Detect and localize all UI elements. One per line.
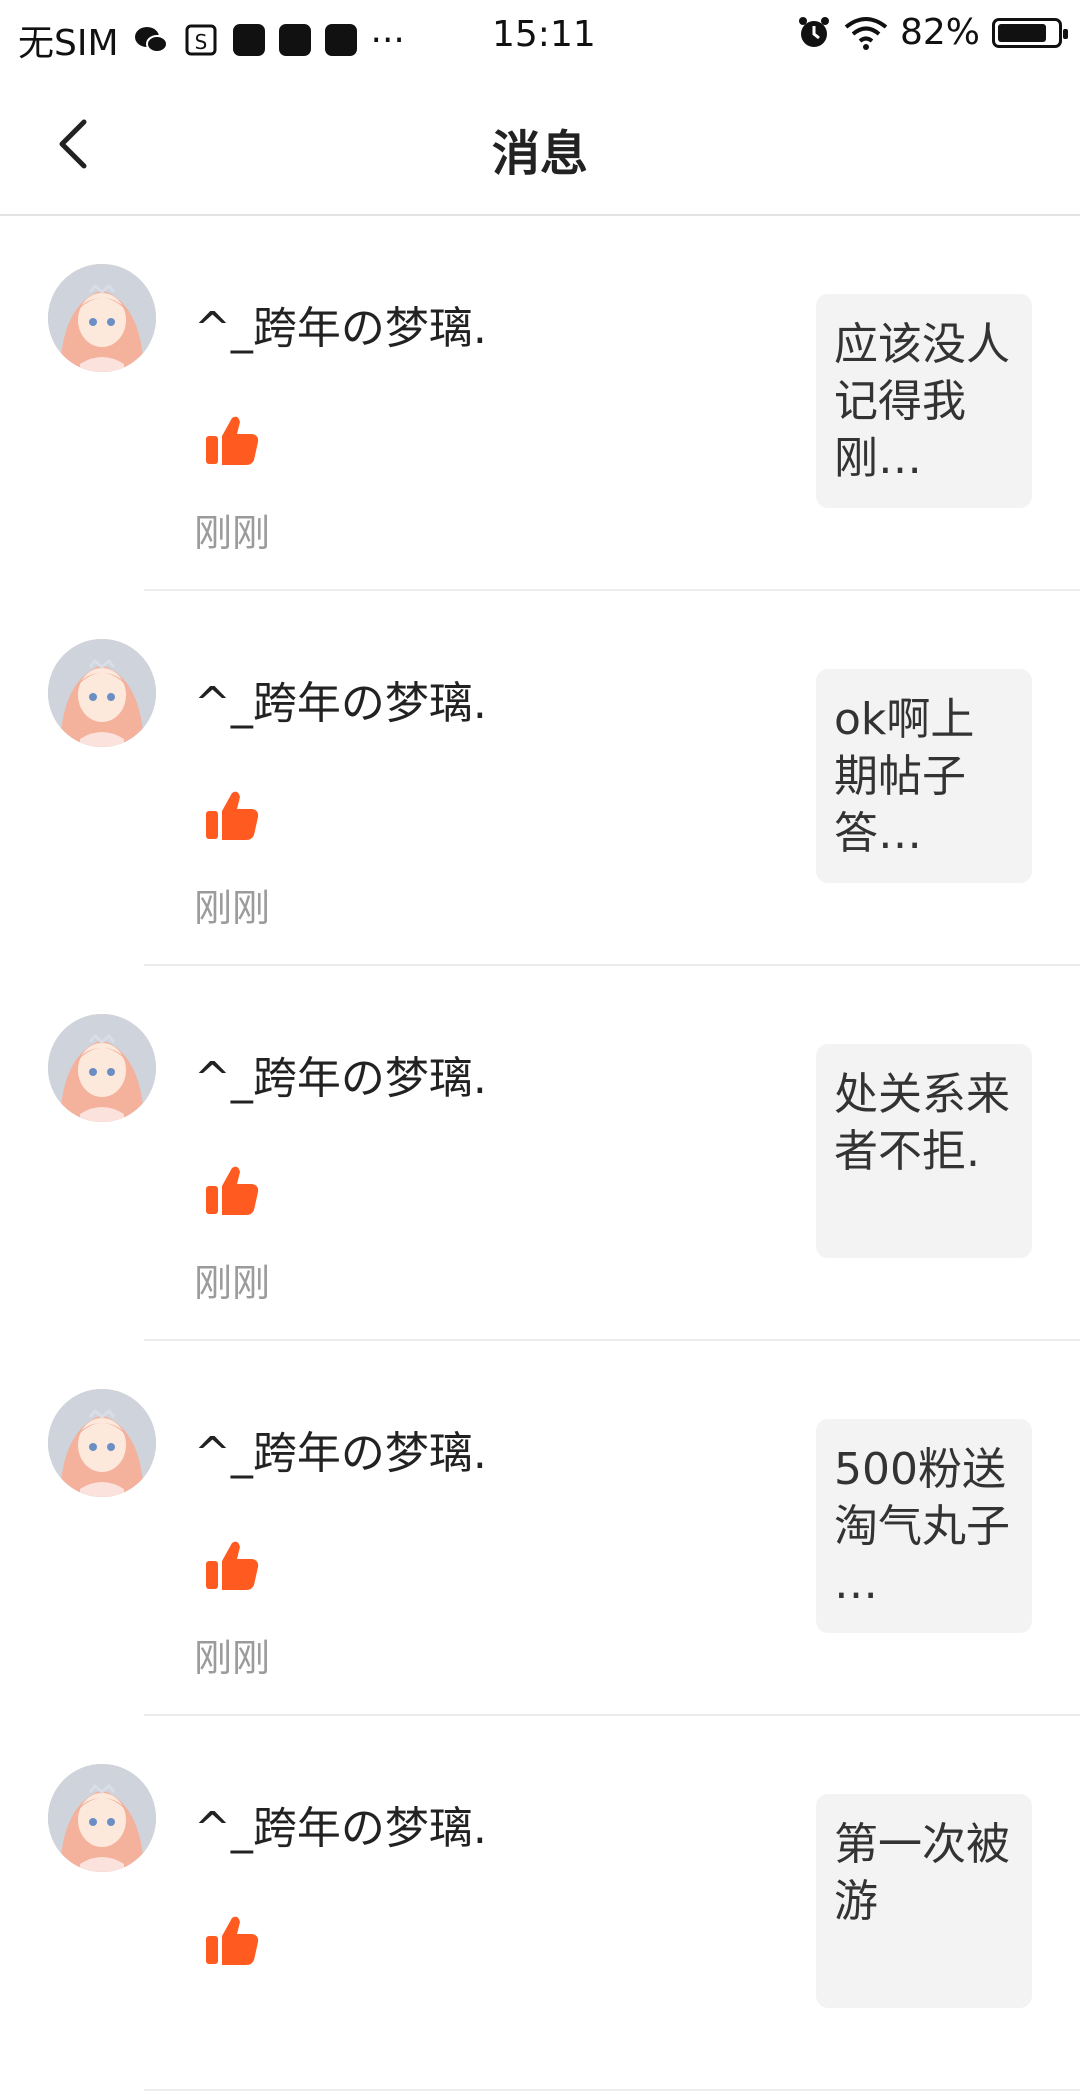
message-item[interactable]: ^_跨年の梦璃. 刚刚 应该没人记得我刚…	[0, 216, 1080, 591]
post-preview[interactable]: 处关系来者不拒.	[816, 1044, 1032, 1258]
thumbs-up-icon	[206, 1916, 259, 1965]
username[interactable]: ^_跨年の梦璃.	[194, 667, 487, 731]
message-list: ^_跨年の梦璃. 刚刚 应该没人记得我刚… ^_跨年の梦璃. 刚刚 ok啊上期帖…	[0, 216, 1080, 2091]
alarm-icon	[796, 15, 832, 51]
timestamp: 刚刚	[194, 886, 271, 930]
battery-icon	[992, 17, 1068, 48]
timestamp: 刚刚	[194, 511, 271, 555]
wechat-icon	[133, 22, 169, 58]
status-left: 无SIM S ···	[18, 14, 405, 66]
post-preview[interactable]: 第一次被游	[816, 1794, 1032, 2008]
thumbs-up-icon	[206, 1166, 259, 1215]
avatar-image	[48, 264, 156, 372]
message-item[interactable]: ^_跨年の梦璃. 第一次被游	[0, 1716, 1080, 2091]
shop-app-icon	[324, 24, 357, 56]
message-item[interactable]: ^_跨年の梦璃. 刚刚 处关系来者不拒.	[0, 966, 1080, 1341]
bag-app-icon	[278, 24, 311, 56]
avatar[interactable]	[48, 1764, 156, 1872]
thumbs-up-icon	[206, 791, 259, 840]
avatar[interactable]	[48, 1389, 156, 1497]
post-preview[interactable]: 应该没人记得我刚…	[816, 294, 1032, 508]
username[interactable]: ^_跨年の梦璃.	[194, 1417, 487, 1481]
timestamp: 刚刚	[194, 1636, 271, 1680]
avatar[interactable]	[48, 1014, 156, 1122]
avatar[interactable]	[48, 639, 156, 747]
avatar-image	[48, 1014, 156, 1122]
wifi-icon	[844, 15, 888, 51]
nav-header: 消息	[0, 76, 1080, 216]
timestamp: 刚刚	[194, 1261, 271, 1305]
status-right: 82%	[796, 12, 1068, 53]
message-item[interactable]: ^_跨年の梦璃. 刚刚 ok啊上期帖子答…	[0, 591, 1080, 966]
page-title: 消息	[491, 126, 588, 182]
post-preview[interactable]: ok啊上期帖子答…	[816, 669, 1032, 883]
mail-app-icon	[232, 24, 265, 56]
svg-text:S: S	[194, 30, 207, 54]
battery-percent: 82%	[899, 12, 980, 53]
carrier-label: 无SIM	[18, 23, 119, 64]
thumbs-up-icon	[206, 1541, 259, 1590]
username[interactable]: ^_跨年の梦璃.	[194, 1042, 487, 1106]
username[interactable]: ^_跨年の梦璃.	[194, 292, 487, 356]
status-bar: 无SIM S ··· 15:11 82%	[0, 0, 1080, 76]
avatar-image	[48, 1764, 156, 1872]
battery-level	[998, 23, 1046, 42]
clock: 15:11	[492, 14, 596, 55]
s-app-icon: S	[183, 22, 219, 58]
message-item[interactable]: ^_跨年の梦璃. 刚刚 500粉送淘气丸子 …	[0, 1341, 1080, 1716]
thumbs-up-icon	[206, 416, 259, 465]
avatar-image	[48, 639, 156, 747]
post-preview[interactable]: 500粉送淘气丸子 …	[816, 1419, 1032, 1633]
more-notifications: ···	[370, 19, 405, 61]
username[interactable]: ^_跨年の梦璃.	[194, 1792, 487, 1856]
avatar-image	[48, 1389, 156, 1497]
avatar[interactable]	[48, 264, 156, 372]
